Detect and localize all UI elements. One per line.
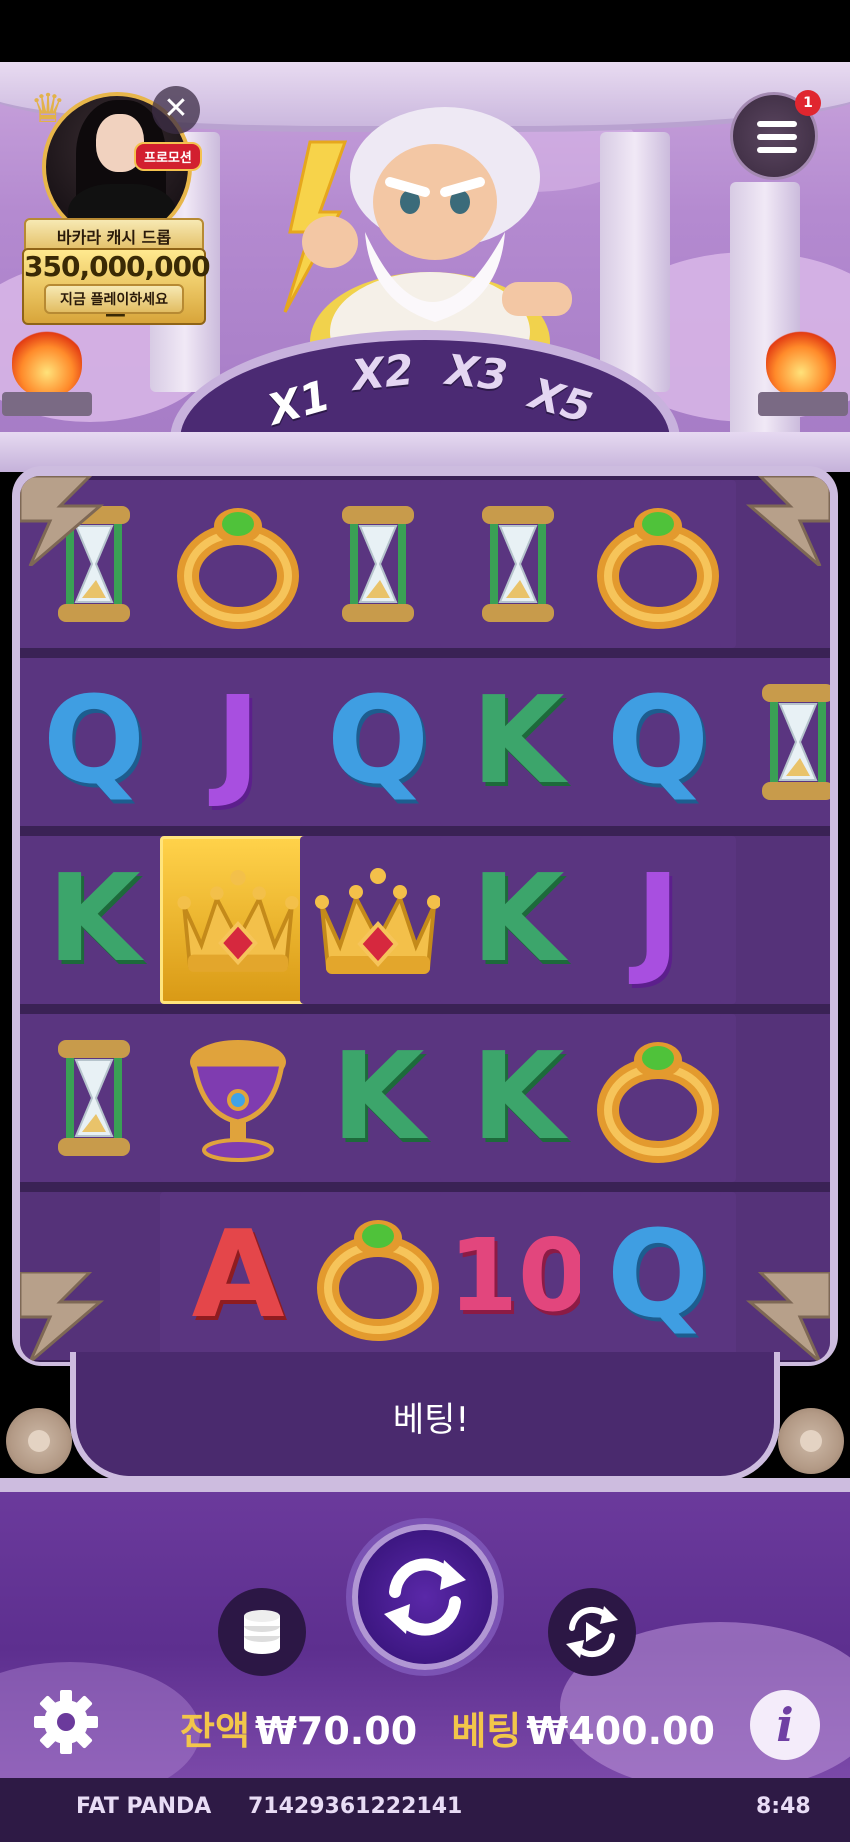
- message-panel: 베팅!: [70, 1352, 780, 1482]
- balance-value: ₩70.00: [255, 1709, 418, 1753]
- reel-cell: [580, 1014, 736, 1182]
- brazier-flame-icon: [766, 327, 836, 397]
- reel-cell: K: [440, 836, 596, 1004]
- settings-button[interactable]: [32, 1688, 100, 1756]
- balance-label: 잔액: [180, 1709, 250, 1753]
- symbol-j-icon: J: [215, 672, 261, 811]
- reel-cell: [720, 836, 830, 1004]
- reel-cell: Q: [580, 658, 736, 826]
- brazier-flame-icon: [12, 327, 82, 397]
- autoplay-icon: [566, 1606, 618, 1658]
- symbol-hourglass-icon: [342, 506, 414, 622]
- multiplier-bar: X1 X2 X3 X5: [170, 310, 680, 440]
- symbol-q-icon: Q: [606, 672, 709, 811]
- multiplier-x2: X2: [349, 344, 417, 401]
- close-promo-button[interactable]: ✕: [152, 86, 200, 134]
- bet-label: 베팅: [451, 1709, 522, 1753]
- reel-cell: Q: [20, 658, 172, 826]
- brand-label: FAT PANDA: [76, 1794, 212, 1819]
- symbol-k-icon: K: [331, 1028, 425, 1167]
- bet-amount-button[interactable]: [218, 1588, 306, 1676]
- multiplier-x3: X3: [443, 344, 511, 401]
- symbol-k-icon: K: [471, 850, 565, 989]
- lightning-ornament-icon: [20, 476, 105, 566]
- symbol-q-icon: Q: [326, 672, 429, 811]
- symbol-ring-icon: [177, 508, 299, 629]
- multiplier-ring: [170, 330, 680, 440]
- reel-cell: K: [440, 1014, 596, 1182]
- symbol-ring-icon: [597, 1042, 719, 1163]
- symbol-q-icon: Q: [42, 672, 145, 811]
- reel-cell: K: [300, 1014, 456, 1182]
- reel-cell: J: [160, 658, 316, 826]
- symbol-k-icon: K: [47, 850, 141, 989]
- brazier: [758, 392, 848, 416]
- info-icon: i: [776, 1698, 794, 1752]
- status-message: 베팅!: [392, 1400, 470, 1440]
- symbol-a-icon: A: [191, 1206, 285, 1345]
- symbol-hourglass-icon: [58, 1040, 130, 1156]
- symbol-10-icon: 10: [448, 1217, 588, 1334]
- reel-cell: A: [160, 1192, 316, 1360]
- gear-icon: [34, 1690, 98, 1754]
- reel-cell: [720, 658, 830, 826]
- rosette-ornament-icon: [778, 1408, 844, 1474]
- lightning-ornament-icon: [745, 1272, 830, 1362]
- reel-cell: [300, 1192, 456, 1360]
- reel-cell: 10: [440, 1192, 596, 1360]
- reel-cell: [720, 1014, 830, 1182]
- reel-cell: [160, 480, 316, 648]
- reel-cell: J: [580, 836, 736, 1004]
- reel-grid: Q J Q K Q K K J K K A 10 Q: [20, 476, 830, 1362]
- reel-cell: [580, 480, 736, 648]
- reel-cell: [300, 480, 456, 648]
- notification-badge: 1: [795, 90, 821, 116]
- promo-tag: 프로모션: [134, 142, 202, 171]
- symbol-ring-icon: [317, 1220, 439, 1341]
- symbol-j-icon: J: [635, 850, 681, 989]
- reel-cell: [440, 480, 596, 648]
- spin-button[interactable]: [352, 1524, 498, 1670]
- reel-cell: K: [20, 836, 172, 1004]
- symbol-crown-icon: [315, 868, 441, 974]
- status-bar: [0, 0, 850, 62]
- promo-cta[interactable]: 지금 플레이하세요: [44, 284, 184, 314]
- balance-row: 잔액 ₩70.00 베팅 ₩400.00: [180, 1700, 715, 1760]
- reel-cell: Q: [300, 658, 456, 826]
- session-id: 71429361222141: [248, 1794, 463, 1819]
- symbol-q-icon: Q: [606, 1206, 709, 1345]
- reel-cell: [300, 836, 456, 1004]
- crown-icon: ♛: [30, 86, 66, 132]
- hamburger-icon: [757, 121, 797, 160]
- reel-cell: [160, 836, 316, 1004]
- reel-cell: [160, 1014, 316, 1182]
- symbol-crown-icon: [177, 870, 299, 972]
- autoplay-button[interactable]: [548, 1588, 636, 1676]
- symbol-k-icon: K: [471, 672, 565, 811]
- spin-arrows-icon: [384, 1558, 466, 1636]
- lightning-ornament-icon: [20, 1272, 105, 1362]
- info-button[interactable]: i: [750, 1690, 820, 1760]
- coin-stack-icon: [244, 1610, 280, 1654]
- symbol-hourglass-icon: [482, 506, 554, 622]
- close-icon: ✕: [163, 91, 189, 126]
- brazier: [2, 392, 92, 416]
- bet-value: ₩400.00: [526, 1709, 715, 1753]
- reel-cell: K: [440, 658, 596, 826]
- rosette-ornament-icon: [6, 1408, 72, 1474]
- symbol-hourglass-icon: [762, 684, 830, 800]
- symbol-chalice-icon: [190, 1040, 286, 1162]
- clock-time: 8:48: [756, 1794, 811, 1819]
- symbol-k-icon: K: [471, 1028, 565, 1167]
- footer-bar: FAT PANDA 71429361222141 8:48: [0, 1778, 850, 1842]
- symbol-ring-icon: [597, 508, 719, 629]
- reel-cell: Q: [580, 1192, 736, 1360]
- lightning-ornament-icon: [745, 476, 830, 566]
- reel-cell: [20, 1014, 172, 1182]
